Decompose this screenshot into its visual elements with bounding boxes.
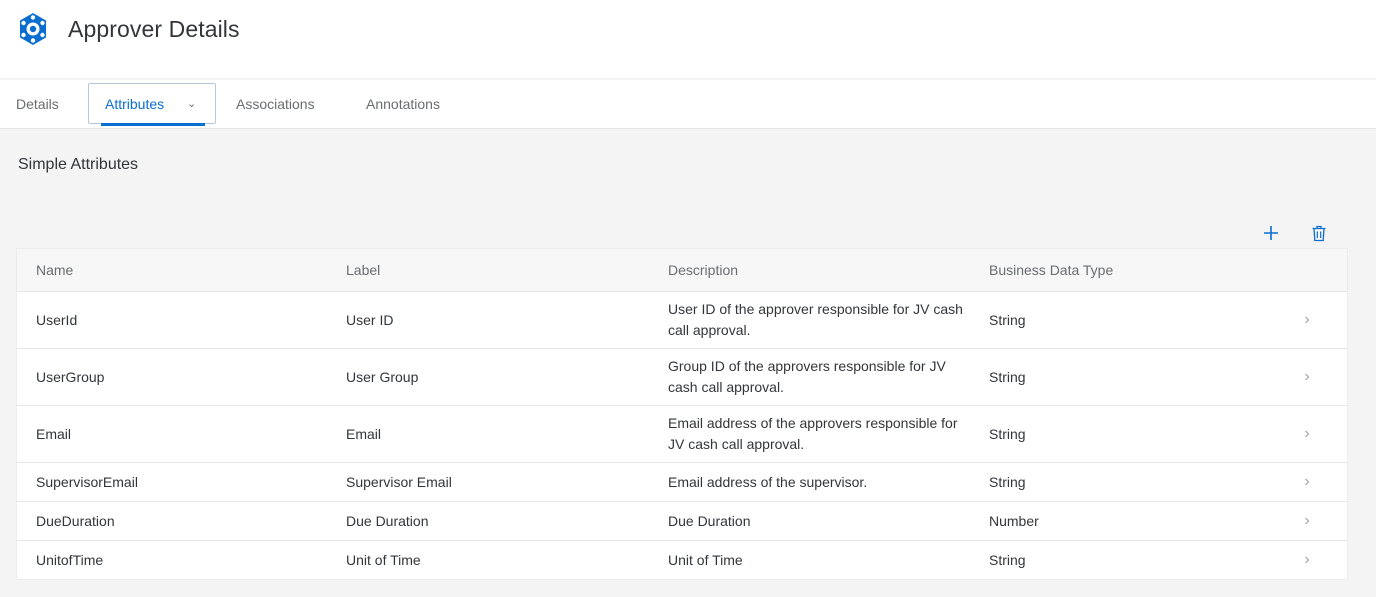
- attributes-table: Name Label Description Business Data Typ…: [16, 248, 1348, 580]
- tab-attributes[interactable]: Attributes ⌄: [88, 83, 216, 126]
- cell-label: User ID: [346, 312, 394, 328]
- tab-details[interactable]: Details: [16, 80, 59, 128]
- table-row[interactable]: UnitofTime Unit of Time Unit of Time Str…: [17, 541, 1347, 579]
- cell-name: SupervisorEmail: [36, 474, 138, 490]
- section-title: Simple Attributes: [18, 156, 139, 173]
- table-header: Name Label Description Business Data Typ…: [17, 249, 1347, 292]
- cell-name: UserGroup: [36, 369, 105, 385]
- cell-type: Number: [989, 513, 1039, 529]
- chevron-down-icon[interactable]: ⌄: [187, 84, 196, 125]
- tab-bar: Details Attributes ⌄ Associations Annota…: [0, 80, 1376, 129]
- tab-annotations[interactable]: Annotations: [366, 80, 440, 128]
- cell-name: Email: [36, 426, 72, 442]
- cell-label: Supervisor Email: [346, 474, 452, 490]
- cell-label: Due Duration: [346, 513, 429, 529]
- table-row[interactable]: DueDuration Due Duration Due Duration Nu…: [17, 502, 1347, 541]
- tab-selected-indicator: [101, 123, 205, 126]
- chevron-right-icon[interactable]: ›: [1297, 406, 1317, 462]
- cell-type: String: [989, 312, 1026, 328]
- cell-description: Email address of the approvers responsib…: [668, 415, 958, 452]
- data-object-icon: [20, 13, 46, 45]
- cell-description: Due Duration: [668, 512, 751, 529]
- tab-attributes-label: Attributes: [105, 96, 165, 112]
- cell-description: Unit of Time: [668, 551, 743, 568]
- table-row[interactable]: UserGroup User Group Group ID of the app…: [17, 349, 1347, 406]
- page-title: Approver Details: [68, 16, 240, 42]
- page-header: Approver Details: [0, 0, 1376, 78]
- cell-name: UnitofTime: [36, 552, 104, 568]
- cell-label: Unit of Time: [346, 552, 421, 568]
- cell-name: DueDuration: [36, 513, 115, 529]
- chevron-right-icon[interactable]: ›: [1297, 502, 1317, 540]
- column-header-business-data-type: Business Data Type: [989, 262, 1114, 278]
- cell-label: Email: [346, 426, 382, 442]
- column-header-label: Label: [346, 262, 381, 278]
- trash-icon: [1312, 225, 1326, 241]
- table-row[interactable]: Email Email Email address of the approve…: [17, 406, 1347, 463]
- cell-description: User ID of the approver responsible for …: [668, 301, 963, 338]
- cell-type: String: [989, 474, 1026, 490]
- add-button[interactable]: [1258, 220, 1284, 246]
- cell-label: User Group: [346, 369, 419, 385]
- chevron-right-icon[interactable]: ›: [1297, 541, 1317, 579]
- delete-button[interactable]: [1306, 220, 1332, 246]
- cell-type: String: [989, 369, 1026, 385]
- chevron-right-icon[interactable]: ›: [1297, 292, 1317, 348]
- table-row[interactable]: UserId User ID User ID of the approver r…: [17, 292, 1347, 349]
- cell-type: String: [989, 426, 1026, 442]
- plus-icon: [1264, 226, 1278, 240]
- column-header-description: Description: [668, 262, 739, 278]
- cell-description: Group ID of the approvers responsible fo…: [668, 358, 946, 395]
- tab-associations[interactable]: Associations: [236, 80, 315, 128]
- column-header-name: Name: [36, 262, 74, 278]
- table-row[interactable]: SupervisorEmail Supervisor Email Email a…: [17, 463, 1347, 502]
- chevron-right-icon[interactable]: ›: [1297, 463, 1317, 501]
- chevron-right-icon[interactable]: ›: [1297, 349, 1317, 405]
- cell-description: Email address of the supervisor.: [668, 473, 868, 490]
- cell-type: String: [989, 552, 1026, 568]
- cell-name: UserId: [36, 312, 78, 328]
